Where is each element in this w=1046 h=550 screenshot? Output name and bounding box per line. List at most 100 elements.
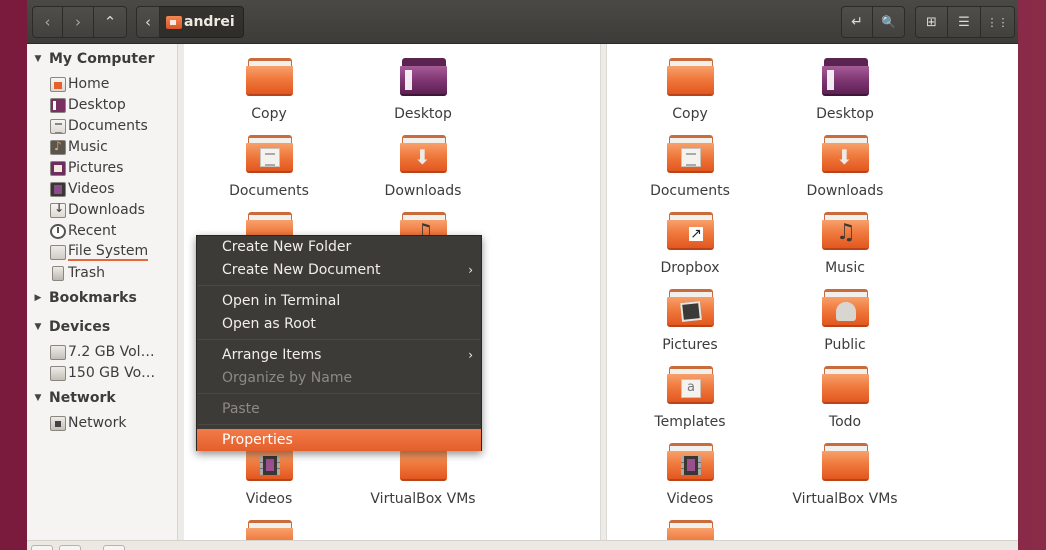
home-icon — [50, 76, 66, 92]
folder-desktop[interactable]: Desktop — [770, 54, 920, 128]
section-title: Bookmarks — [49, 290, 137, 306]
search-button[interactable]: 🔍 — [873, 6, 905, 38]
folder-downloads[interactable]: Downloads — [348, 131, 498, 205]
sidebar-item-label: 150 GB Vo… — [68, 365, 156, 381]
sidebar-section-bookmarks[interactable]: ▶ Bookmarks — [27, 288, 137, 308]
path-scroll-left-button[interactable]: ‹ — [136, 6, 160, 38]
menu-separator — [198, 339, 480, 340]
folder-label: Videos — [245, 491, 293, 507]
desktop-folder-icon — [400, 58, 447, 96]
sidebar-item-downloads[interactable]: Downloads — [50, 200, 145, 220]
sidebar-item-videos[interactable]: Videos — [50, 179, 115, 199]
up-button[interactable]: ⌃ — [94, 6, 127, 38]
dropbox-link-folder-icon — [667, 212, 714, 250]
folder-templates[interactable]: Templates — [615, 362, 765, 436]
back-button[interactable]: ‹ — [32, 6, 63, 38]
sidebar-item-label: File System — [68, 242, 149, 261]
folder-partial[interactable] — [194, 516, 344, 540]
folder-todo[interactable]: Todo — [770, 362, 920, 436]
menu-item-label: Create New Document — [222, 262, 381, 278]
sidebar-item-music[interactable]: Music — [50, 137, 108, 157]
split-divider[interactable] — [600, 44, 607, 540]
menu-item-open-as-root[interactable]: Open as Root — [197, 313, 481, 335]
folder-desktop[interactable]: Desktop — [348, 54, 498, 128]
zoom-button[interactable] — [103, 545, 125, 550]
sidebar-item-label: Network — [68, 415, 127, 431]
folder-music[interactable]: Music — [770, 208, 920, 282]
folder-videos[interactable]: Videos — [615, 439, 765, 513]
menu-item-create-new-document[interactable]: Create New Document › — [197, 259, 481, 281]
desktop-folder-icon — [822, 58, 869, 96]
sidebar-item-recent[interactable]: Recent — [50, 221, 116, 241]
context-menu: Create New Folder Create New Document › O… — [196, 235, 482, 451]
folder-copy[interactable]: Copy — [194, 54, 344, 128]
folder-label: VirtualBox VMs — [792, 491, 898, 507]
menu-item-arrange-items[interactable]: Arrange Items › — [197, 344, 481, 366]
folder-label: Pictures — [662, 337, 718, 353]
sidebar-item-trash[interactable]: Trash — [50, 263, 105, 283]
menu-item-paste: Paste — [197, 398, 481, 420]
folder-dropbox[interactable]: Dropbox — [615, 208, 765, 282]
sidebar-item-label: Music — [68, 139, 108, 155]
path-button-andrei[interactable]: andrei — [160, 6, 244, 38]
submenu-arrow-icon: › — [468, 263, 473, 277]
folder-downloads[interactable]: Downloads — [770, 131, 920, 205]
sidebar-item-label: Documents — [68, 118, 148, 134]
folder-virtualbox-vms[interactable]: VirtualBox VMs — [770, 439, 920, 513]
sidebar-item-pictures[interactable]: Pictures — [50, 158, 123, 178]
sidebar-item-volume-7gb[interactable]: 7.2 GB Vol… — [50, 342, 155, 362]
folder-partial[interactable] — [615, 516, 765, 540]
folder-documents[interactable]: Documents — [615, 131, 765, 205]
menu-item-label: Paste — [222, 401, 260, 417]
section-title: Network — [49, 390, 116, 406]
folder-public[interactable]: Public — [770, 285, 920, 359]
folder-label: Videos — [666, 491, 714, 507]
folder-pictures[interactable]: Pictures — [615, 285, 765, 359]
menu-item-create-new-folder[interactable]: Create New Folder — [197, 236, 481, 258]
expanded-triangle-icon: ▼ — [34, 54, 42, 64]
sidebar-item-volume-150gb[interactable]: 150 GB Vo… — [50, 363, 155, 383]
sidebar-item-label: Downloads — [68, 202, 145, 218]
menu-item-open-in-terminal[interactable]: Open in Terminal — [197, 290, 481, 312]
menu-item-properties[interactable]: Properties — [197, 429, 481, 451]
folder-icon — [246, 58, 293, 96]
back-icon: ‹ — [44, 13, 51, 31]
folder-label: Documents — [229, 183, 309, 199]
sidebar-item-home[interactable]: Home — [50, 74, 109, 94]
pictures-folder-icon — [667, 289, 714, 327]
sidebar-section-devices[interactable]: ▼ Devices — [27, 317, 111, 337]
menu-separator — [198, 393, 480, 394]
pictures-icon — [50, 160, 66, 176]
videos-folder-icon — [667, 443, 714, 481]
folder-icon — [246, 520, 293, 540]
downloads-folder-icon — [400, 135, 447, 173]
up-icon: ⌃ — [103, 13, 117, 31]
menu-item-label: Organize by Name — [222, 370, 353, 386]
sidebar-section-network[interactable]: ▼ Network — [27, 388, 116, 408]
grid-view-button[interactable]: ⊞ — [915, 6, 948, 38]
forward-button[interactable]: › — [63, 6, 94, 38]
path-bar: ‹ andrei — [136, 6, 244, 38]
sidebar-section-my-computer[interactable]: ▼ My Computer — [27, 49, 155, 69]
sidebar-item-desktop[interactable]: Desktop — [50, 95, 126, 115]
right-file-pane[interactable]: Copy Desktop Documents Downloads Dropbox… — [607, 44, 1018, 540]
list-view-button[interactable]: ☰ — [948, 6, 981, 38]
documents-folder-icon — [246, 135, 293, 173]
toggle-sidebar-button[interactable] — [31, 545, 53, 550]
sidebar-item-documents[interactable]: Documents — [50, 116, 148, 136]
menu-item-label: Properties — [222, 432, 293, 448]
folder-documents[interactable]: Documents — [194, 131, 344, 205]
sidebar-item-file-system[interactable]: File System — [50, 242, 149, 262]
trash-icon — [52, 265, 64, 281]
compact-view-button[interactable]: ⋮⋮ — [981, 6, 1015, 38]
enter-path-button[interactable]: ↵ — [841, 6, 873, 38]
compact-icon: ⋮⋮ — [986, 15, 1009, 29]
folder-copy[interactable]: Copy — [615, 54, 765, 128]
sidebar-item-network[interactable]: Network — [50, 413, 126, 433]
folder-label: Downloads — [806, 183, 884, 199]
toggle-pane-button[interactable] — [59, 545, 81, 550]
documents-folder-icon — [667, 135, 714, 173]
sidebar-item-label: Trash — [68, 265, 105, 281]
status-bar — [27, 540, 1018, 550]
menu-separator — [198, 285, 480, 286]
